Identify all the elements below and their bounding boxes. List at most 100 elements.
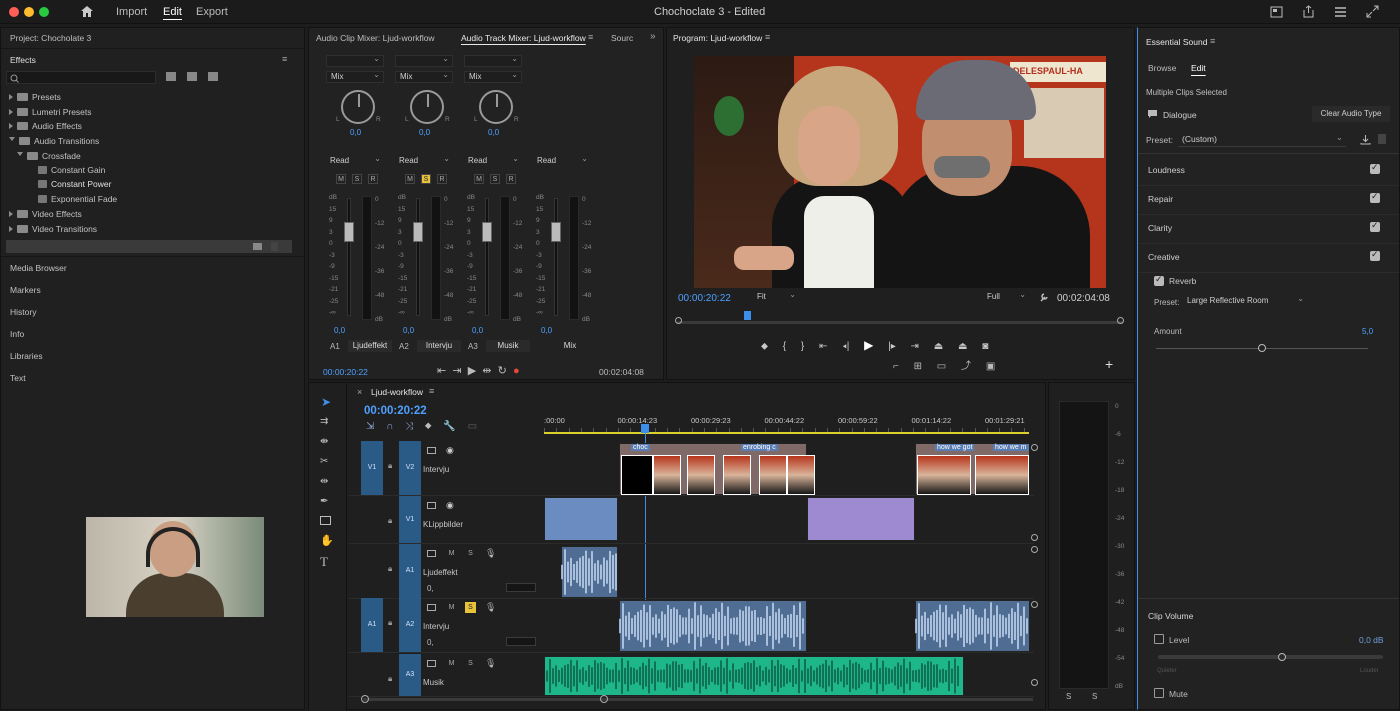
program-scrub-bar[interactable] [677, 321, 1123, 324]
accelerated-effects-icon[interactable] [166, 72, 176, 81]
tree-item-lumetri-presets[interactable]: Lumetri Presets [9, 107, 92, 121]
share-icon[interactable] [1302, 5, 1315, 18]
quick-export-icon[interactable] [1270, 6, 1283, 18]
automation-mode-select[interactable]: Read [395, 154, 453, 168]
timeline-playhead-head[interactable] [641, 424, 649, 433]
volume-value[interactable]: 0,0 [403, 326, 414, 335]
volume-fader-handle[interactable] [413, 222, 423, 242]
save-preset-icon[interactable] [1360, 134, 1371, 145]
tab-audio-track-mixer[interactable]: Audio Track Mixer: Ljud-workflow [461, 33, 586, 43]
track-name[interactable]: KLippbilder [423, 520, 463, 529]
export-icon[interactable]: ⤴ [961, 361, 971, 372]
play-button[interactable]: ▶ [864, 338, 873, 352]
delete-preset-icon[interactable] [1378, 134, 1386, 144]
source-patch[interactable]: A1 [361, 598, 383, 652]
step-back-icon[interactable]: ◂| [842, 341, 849, 352]
solo-button[interactable]: S [465, 658, 476, 669]
solo-button[interactable]: S [465, 602, 476, 613]
level-value[interactable]: 0,0 dB [1359, 635, 1384, 645]
track-name[interactable]: Musik [486, 340, 530, 352]
go-to-in-icon[interactable]: ⇤ [437, 365, 446, 377]
track-height-handle[interactable] [1031, 546, 1038, 553]
rectangle-tool-icon[interactable] [320, 516, 331, 525]
sync-lock-icon[interactable] [427, 447, 436, 454]
automation-mode-select[interactable]: Read [533, 154, 591, 168]
mute-button[interactable]: M [446, 548, 457, 559]
volume-fader-handle[interactable] [482, 222, 492, 242]
timeline-settings-icon[interactable]: 🔧 [443, 421, 455, 432]
project-title[interactable]: Project: Chocholate 3 [10, 33, 91, 43]
tab-edit[interactable]: Edit [163, 6, 182, 18]
panel-menu-icon[interactable]: ≡ [282, 54, 287, 64]
tab-import[interactable]: Import [116, 6, 147, 18]
track-name[interactable]: Ljudeffekt [423, 568, 458, 577]
captions-icon[interactable]: ▭ [468, 421, 477, 432]
level-slider-thumb[interactable] [1277, 653, 1286, 661]
panel-menu-icon[interactable]: ≡ [1210, 36, 1215, 46]
32bit-effects-icon[interactable] [187, 72, 197, 81]
record-arm-button[interactable]: R [368, 174, 378, 184]
type-tool-icon[interactable]: T [320, 554, 328, 570]
track-height-handle[interactable] [1031, 601, 1038, 608]
reverb-preset-select[interactable]: Large Reflective Room [1183, 294, 1307, 309]
new-bin-icon[interactable] [253, 243, 262, 250]
section-repair[interactable]: Repair [1148, 194, 1173, 204]
razor-tool-icon[interactable]: ✂ [320, 456, 328, 467]
record-icon[interactable]: ● [513, 365, 520, 377]
track-target[interactable]: A1 [399, 544, 421, 598]
effect-slot-select[interactable] [464, 54, 522, 67]
pan-knob[interactable] [479, 90, 513, 124]
program-title[interactable]: Program: Ljud-workflow [673, 33, 762, 43]
track-name[interactable]: Ljudeffekt [348, 340, 392, 352]
tab-export[interactable]: Export [196, 6, 228, 18]
amount-slider-thumb[interactable] [1258, 344, 1266, 352]
zoom-select[interactable]: Fit [753, 290, 799, 304]
panel-markers[interactable]: Markers [10, 285, 41, 295]
mute-checkbox[interactable] [1154, 688, 1164, 698]
preset-select[interactable]: (Custom) [1178, 131, 1346, 147]
eye-icon[interactable]: ◉ [446, 500, 454, 511]
step-forward-icon[interactable]: |▸ [888, 341, 896, 352]
section-enable-checkbox[interactable] [1370, 191, 1380, 203]
panel-menu-icon[interactable]: ≡ [429, 386, 434, 396]
menu-icon[interactable] [1334, 6, 1347, 18]
track-name[interactable]: Intervju [417, 340, 461, 352]
sync-lock-icon[interactable] [427, 604, 436, 611]
send-mode-select[interactable]: Mix [395, 70, 453, 83]
mark-out-icon[interactable]: } [801, 341, 804, 352]
timeline-timecode[interactable]: 00:00:20:22 [364, 405, 427, 417]
solo-left-button[interactable]: S [1066, 692, 1071, 701]
panel-menu-icon[interactable]: ≡ [588, 32, 593, 42]
quality-select[interactable]: Full [983, 290, 1029, 304]
scrub-end-handle[interactable] [1117, 317, 1124, 324]
lock-icon[interactable]: 🔒︎ [388, 461, 392, 471]
scrub-start-handle[interactable] [675, 317, 682, 324]
program-playhead[interactable] [744, 311, 751, 320]
tab-browse[interactable]: Browse [1148, 63, 1176, 73]
trim-icon[interactable]: ⊞ [914, 361, 922, 372]
comparison-view-icon[interactable]: ⌐ [893, 361, 899, 372]
work-area-bar[interactable] [544, 432, 1029, 434]
fullscreen-icon[interactable] [1366, 5, 1379, 18]
amount-value[interactable]: 5,0 [1362, 327, 1373, 336]
pan-value[interactable]: 0,0 [350, 128, 361, 137]
panel-menu-icon[interactable]: ≡ [765, 32, 770, 42]
sequence-tab[interactable]: Ljud-workflow [371, 387, 423, 397]
scroll-handle-left[interactable] [361, 695, 369, 703]
lock-icon[interactable]: 🔒︎ [388, 516, 392, 526]
volume-value[interactable]: 0,0 [541, 326, 552, 335]
go-to-in-icon[interactable]: ⇤ [819, 341, 827, 352]
section-enable-checkbox[interactable] [1370, 220, 1380, 232]
level-slider[interactable] [1158, 655, 1383, 659]
panel-info[interactable]: Info [10, 329, 24, 339]
tree-item-constant-power[interactable]: Constant Power [38, 179, 111, 193]
volume-value[interactable]: 0,0 [472, 326, 483, 335]
linked-selection-icon[interactable]: ⤨ [405, 421, 413, 432]
more-panels-icon[interactable]: » [650, 31, 656, 42]
record-arm-button[interactable]: R [506, 174, 516, 184]
vr-icon[interactable]: ▣ [986, 361, 995, 372]
essential-sound-title[interactable]: Essential Sound [1146, 37, 1207, 47]
mark-in-icon[interactable]: { [783, 341, 786, 352]
level-checkbox[interactable] [1154, 634, 1164, 644]
lock-icon[interactable]: 🔒︎ [388, 564, 392, 574]
